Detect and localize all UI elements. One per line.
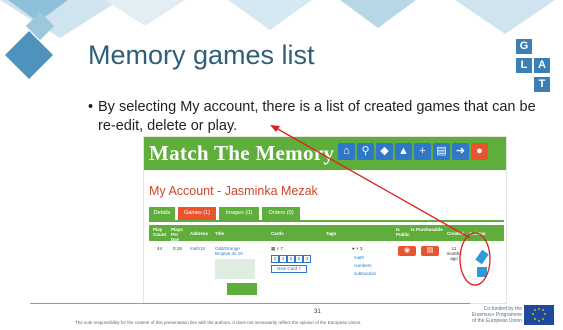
annotation-overlay [270,125,491,286]
footer-disclaimer: The sole responsibility for the content … [75,320,362,325]
eu-funding-line-3: of the European Union [471,318,522,324]
annotation-circle [459,232,491,286]
arrow-head [270,125,280,132]
eu-flag-icon [524,305,554,325]
footer-divider [30,303,470,304]
page-number: 31 [314,309,321,315]
eu-funding-text: Co-funded by the Erasmus+ Programme of t… [462,306,522,324]
annotation-arrow [275,127,471,239]
